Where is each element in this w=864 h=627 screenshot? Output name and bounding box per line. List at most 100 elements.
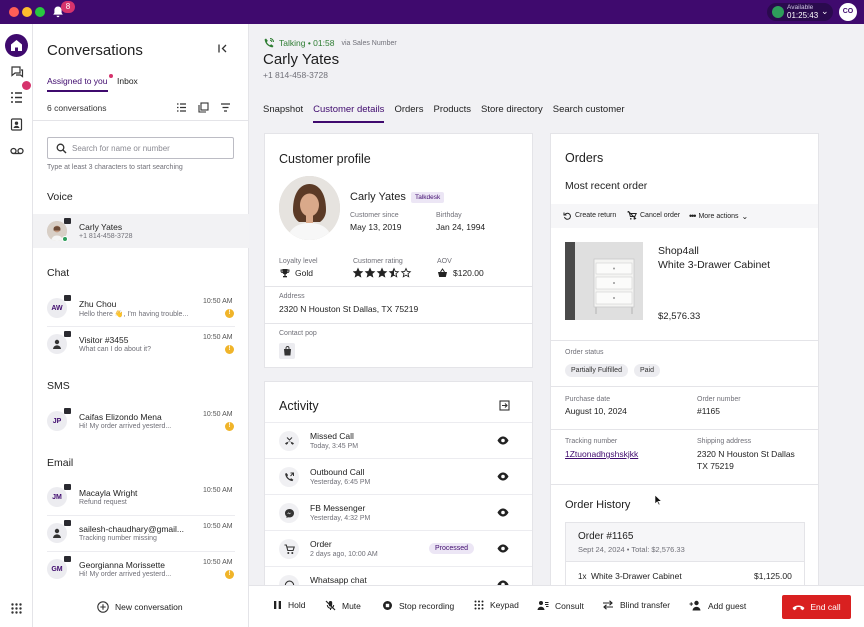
activity-row[interactable]: Outbound Call Yesterday, 6:45 PM — [265, 458, 532, 494]
order-history-entry[interactable]: Order #1165 Sept 24, 2024 • Total: $2,57… — [565, 522, 805, 590]
customer-photo — [279, 176, 340, 240]
activity-time: 2 days ago, 10:00 AM — [310, 551, 378, 558]
new-conversation-button[interactable]: New conversation — [97, 601, 183, 613]
agent-status-dropdown[interactable]: Available 01:25:43 ⌄ — [767, 3, 833, 21]
conversation-time: 10:50 AM — [203, 487, 233, 494]
activity-row[interactable]: FB Messenger Yesterday, 4:32 PM — [265, 494, 532, 530]
add-guest-button[interactable]: Add guest — [689, 600, 746, 611]
unread-dot — [109, 74, 113, 78]
search-input[interactable]: Search for name or number — [47, 137, 234, 159]
eye-icon[interactable] — [497, 508, 509, 517]
person-icon — [53, 339, 61, 349]
activity-row[interactable]: Missed Call Today, 3:45 PM — [265, 422, 532, 458]
window-close-button[interactable] — [9, 7, 19, 17]
conversation-name: Georgianna Morissette — [79, 560, 165, 570]
history-order-number: Order #1165 — [578, 531, 634, 542]
online-status-dot — [62, 236, 68, 242]
collapse-panel-icon[interactable] — [217, 43, 228, 54]
status-badge: Processed — [429, 543, 475, 554]
status-diamond-icon — [772, 6, 784, 18]
conversation-item[interactable]: sailesh-chaudhary@gmail... Tracking numb… — [33, 516, 249, 550]
activity-time: Today, 3:45 PM — [310, 443, 359, 450]
mute-button[interactable]: Mute — [325, 600, 361, 611]
conversation-preview: Hi! My order arrived yesterd... — [79, 423, 172, 430]
filter-icon[interactable] — [220, 102, 231, 113]
voicemail-nav-button[interactable] — [5, 139, 28, 162]
end-call-button[interactable]: End call — [782, 595, 851, 619]
window-minimize-button[interactable] — [22, 7, 32, 17]
person-icon — [53, 528, 61, 538]
blind-transfer-button[interactable]: Blind transfer — [602, 600, 670, 610]
sort-list-icon[interactable] — [176, 102, 187, 113]
activity-row[interactable]: Order 2 days ago, 10:00 AM Processed — [265, 530, 532, 566]
conversation-name: Caifas Elizondo Mena — [79, 412, 162, 422]
window-zoom-button[interactable] — [35, 7, 45, 17]
customer-profile-card: Customer profile Carly Yates Talkdesk Cu… — [264, 133, 533, 368]
conversation-item[interactable]: Visitor #3455 What can I do about it? 10… — [33, 327, 249, 361]
eye-icon[interactable] — [497, 472, 509, 481]
eye-icon[interactable] — [497, 544, 509, 553]
conversations-title: Conversations — [47, 42, 143, 59]
record-stop-icon — [383, 601, 392, 610]
more-actions-button[interactable]: ••• More actions ⌄ — [689, 211, 748, 221]
conversation-preview: Refund request — [79, 499, 127, 506]
user-avatar[interactable]: CO — [839, 3, 857, 21]
tracking-number-link[interactable]: 1Ztuonadhgshskjkk — [565, 449, 638, 459]
activity-title: Order — [310, 539, 332, 549]
activity-time: Yesterday, 6:45 PM — [310, 479, 371, 486]
cancel-order-button[interactable]: Cancel order — [627, 211, 680, 220]
conversation-item[interactable]: JP Caifas Elizondo Mena Hi! My order arr… — [33, 404, 249, 438]
conversation-item[interactable]: JM Macayla Wright Refund request 10:50 A… — [33, 480, 249, 514]
tab-search-customer[interactable]: Search customer — [553, 104, 625, 123]
conversation-time: 10:50 AM — [203, 334, 233, 341]
loyalty-label: Loyalty level — [279, 258, 318, 265]
hold-button[interactable]: Hold — [273, 600, 305, 610]
stop-recording-button[interactable]: Stop recording — [382, 600, 454, 611]
add-person-icon — [689, 600, 701, 611]
stop-recording-label: Stop recording — [399, 600, 455, 611]
contacts-nav-button[interactable] — [5, 113, 28, 136]
tab-orders[interactable]: Orders — [394, 104, 423, 123]
home-nav-button[interactable] — [5, 34, 28, 57]
tab-inbox[interactable]: Inbox — [117, 76, 138, 86]
tab-customer-details[interactable]: Customer details — [313, 104, 385, 123]
history-order-meta: Sept 24, 2024 • Total: $2,576.33 — [578, 545, 685, 554]
contact-card-icon — [10, 118, 23, 131]
conversation-item[interactable]: Carly Yates +1 814-458-3728 — [33, 214, 249, 248]
activity-title: Whatsapp chat — [310, 575, 367, 585]
order-number-label: Order number — [697, 396, 741, 403]
apps-grid-icon[interactable] — [11, 603, 22, 614]
divider — [265, 286, 532, 287]
queue-nav-button[interactable] — [5, 86, 28, 109]
consult-button[interactable]: Consult — [537, 600, 584, 611]
tab-store-directory[interactable]: Store directory — [481, 104, 543, 123]
address-label: Address — [279, 293, 305, 300]
rating-stars-svg — [352, 267, 412, 278]
divider — [551, 484, 818, 485]
product-name: White 3-Drawer Cabinet — [658, 259, 771, 271]
email-channel-icon — [64, 484, 71, 490]
order-price: $2,576.33 — [658, 311, 701, 322]
copy-icon[interactable] — [198, 102, 209, 113]
avatar: GM — [47, 559, 67, 579]
tab-snapshot[interactable]: Snapshot — [263, 104, 303, 123]
activity-time: Yesterday, 4:32 PM — [310, 515, 371, 522]
section-email: Email — [47, 457, 74, 469]
conversation-item[interactable]: AW Zhu Chou Hello there 👋, I'm having tr… — [33, 291, 249, 325]
keypad-button[interactable]: Keypad — [474, 600, 519, 610]
conversation-name: Macayla Wright — [79, 488, 138, 498]
keypad-label: Keypad — [490, 600, 519, 610]
shopify-app-button[interactable] — [279, 343, 295, 359]
conversation-item[interactable]: GM Georgianna Morissette Hi! My order ar… — [33, 552, 249, 586]
tab-products[interactable]: Products — [433, 104, 471, 123]
open-activity-icon[interactable] — [499, 400, 510, 411]
conversations-nav-button[interactable] — [5, 60, 28, 83]
tab-assigned-to-you[interactable]: Assigned to you — [47, 76, 107, 86]
eye-icon[interactable] — [497, 436, 509, 445]
call-via: via Sales Number — [341, 39, 397, 47]
consult-label: Consult — [555, 600, 584, 611]
line-item-amount: $1,125.00 — [754, 571, 792, 581]
title-bar: 8 Available 01:25:43 ⌄ CO — [0, 0, 864, 24]
create-return-button[interactable]: Create return — [563, 211, 616, 220]
sla-warning-icon: ! — [225, 309, 234, 318]
